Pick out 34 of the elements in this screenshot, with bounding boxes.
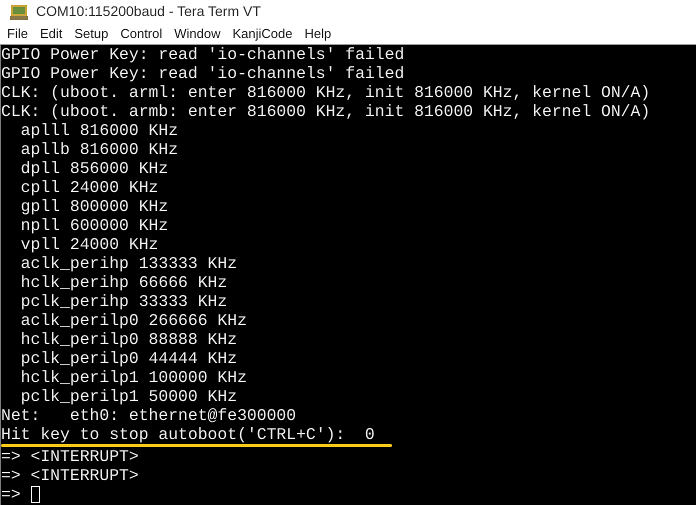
terminal-line: Net: eth0: ethernet@fe300000 — [1, 406, 296, 425]
terminal-line: hclk_perilp1 100000 KHz — [20, 368, 247, 387]
terminal-line: CLK: (uboot. armb: enter 816000 KHz, init 816000 KHz, kernel ON/A) — [1, 102, 650, 121]
terminal-line: Hit key to stop autoboot('CTRL+C'): 0 — [1, 425, 375, 444]
terminal-line: GPIO Power Key: read 'io-channels' failed — [1, 64, 404, 83]
terminal-line: pclk_perilp1 50000 KHz — [20, 387, 238, 406]
app-icon — [10, 4, 28, 20]
terminal-line: apllb 816000 KHz — [20, 140, 178, 159]
terminal-line: hclk_perihp 66666 KHz — [20, 273, 228, 292]
terminal-line: => — [1, 485, 21, 504]
terminal-line: cpll 24000 KHz — [20, 178, 158, 197]
menu-item[interactable]: Control — [119, 24, 164, 44]
window-title: COM10:115200baud - Tera Term VT — [36, 2, 261, 21]
terminal-line: npll 600000 KHz — [20, 216, 168, 235]
menu-item[interactable]: KanjiCode — [232, 24, 294, 44]
terminal-line: pclk_perilp0 44444 KHz — [20, 349, 238, 368]
terminal-line: pclk_perihp 33333 KHz — [20, 292, 228, 311]
terminal-line: hclk_perilp0 88888 KHz — [20, 330, 238, 349]
terminal-line: gpll 800000 KHz — [20, 197, 168, 216]
terminal-line: aplll 816000 KHz — [20, 121, 178, 140]
menu-item[interactable]: Window — [173, 24, 222, 44]
terminal-line: => <INTERRUPT> — [1, 447, 139, 466]
menu-item[interactable]: Setup — [73, 24, 110, 44]
terminal-line: => <INTERRUPT> — [1, 466, 139, 485]
terminal-line: aclk_perilp0 266666 KHz — [20, 311, 247, 330]
menu-item[interactable]: Edit — [38, 24, 64, 44]
terminal-line: vpll 24000 KHz — [20, 235, 158, 254]
terminal-line: CLK: (uboot. arml: enter 816000 KHz, init 816000 KHz, kernel ON/A) — [1, 83, 650, 102]
terminal-line: GPIO Power Key: read 'io-channels' failed — [1, 45, 404, 64]
terminal-line: aclk_perihp 133333 KHz — [20, 254, 238, 273]
menu-item[interactable]: Help — [304, 24, 332, 44]
text-cursor — [30, 486, 40, 503]
terminal-line: dpll 856000 KHz — [20, 159, 168, 178]
menu-item[interactable]: File — [6, 24, 29, 44]
